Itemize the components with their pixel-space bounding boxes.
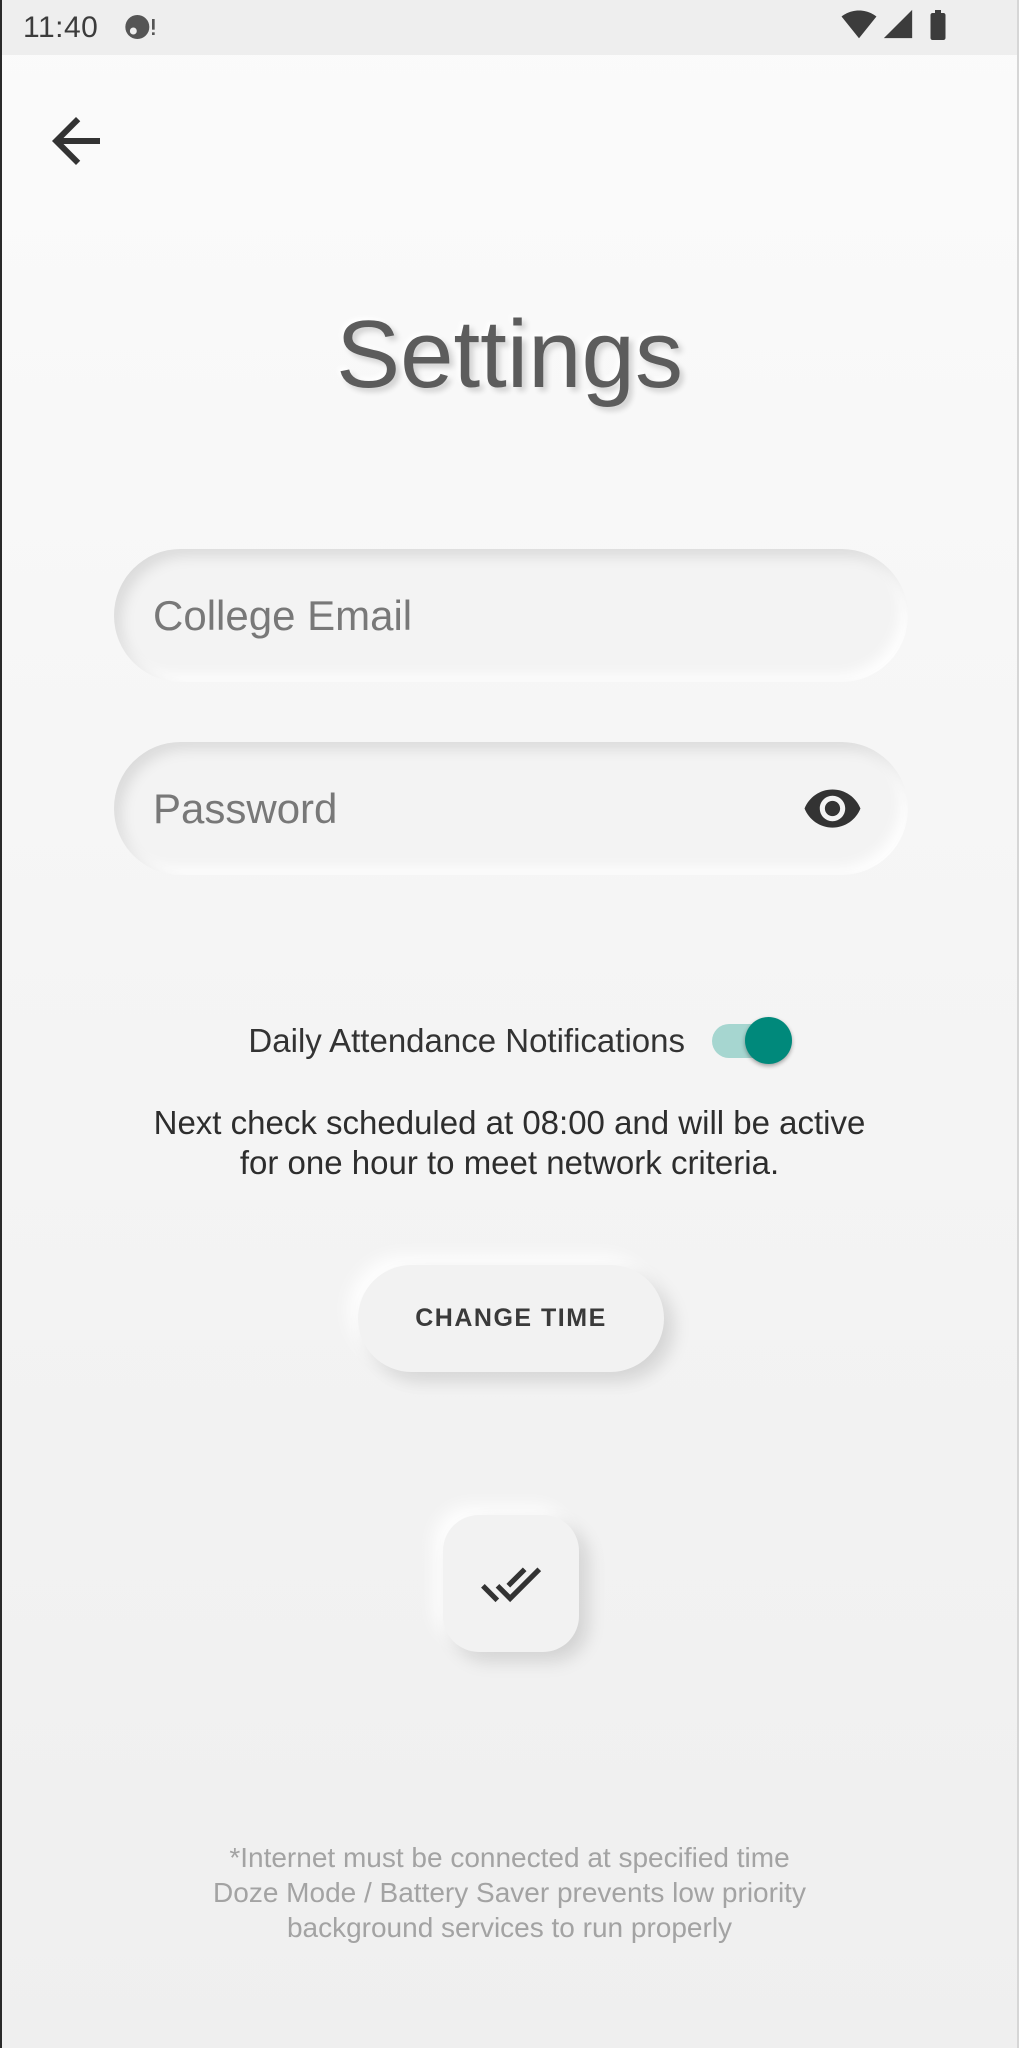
battery-icon bbox=[930, 10, 946, 40]
schedule-line: for one hour to meet network criteria. bbox=[239, 1144, 780, 1181]
email-field[interactable] bbox=[114, 549, 908, 682]
password-field[interactable] bbox=[114, 742, 908, 875]
footer-note-line: Doze Mode / Battery Saver prevents low p… bbox=[213, 1877, 806, 1908]
settings-screen: 11:40 Settings College Email Daily Atten… bbox=[0, 0, 1019, 2048]
email-input[interactable] bbox=[153, 549, 783, 682]
notifications-label: Daily Attendance Notifications bbox=[248, 1022, 685, 1059]
status-time: 11:40 bbox=[23, 11, 99, 44]
cellular-signal-icon bbox=[883, 9, 913, 39]
wifi-icon bbox=[841, 10, 877, 39]
back-button[interactable] bbox=[40, 105, 112, 177]
schedule-description: Next check scheduled at 08:00 and will b… bbox=[0, 1103, 1019, 1183]
screen-edge-left bbox=[0, 0, 2, 2048]
password-visibility-button[interactable] bbox=[802, 778, 863, 839]
footer-note-line: *Internet must be connected at specified… bbox=[229, 1842, 790, 1873]
status-bar: 11:40 bbox=[0, 0, 1019, 55]
schedule-line: Next check scheduled at 08:00 and will b… bbox=[153, 1104, 866, 1141]
notifications-toggle[interactable] bbox=[712, 1017, 794, 1065]
footer-note: *Internet must be connected at specified… bbox=[0, 1840, 1019, 1945]
eye-icon bbox=[804, 789, 861, 828]
change-time-label: CHANGE TIME bbox=[415, 1304, 607, 1332]
toggle-thumb[interactable] bbox=[745, 1017, 792, 1064]
change-time-button[interactable]: CHANGE TIME bbox=[358, 1265, 664, 1372]
footer-note-line: background services to run properly bbox=[286, 1912, 733, 1943]
arrow-back-icon bbox=[52, 117, 100, 165]
page-title: Settings bbox=[336, 301, 683, 408]
password-input[interactable] bbox=[153, 742, 783, 875]
save-button[interactable] bbox=[443, 1515, 579, 1652]
double-check-icon bbox=[481, 1566, 542, 1602]
notification-icon bbox=[125, 15, 155, 39]
